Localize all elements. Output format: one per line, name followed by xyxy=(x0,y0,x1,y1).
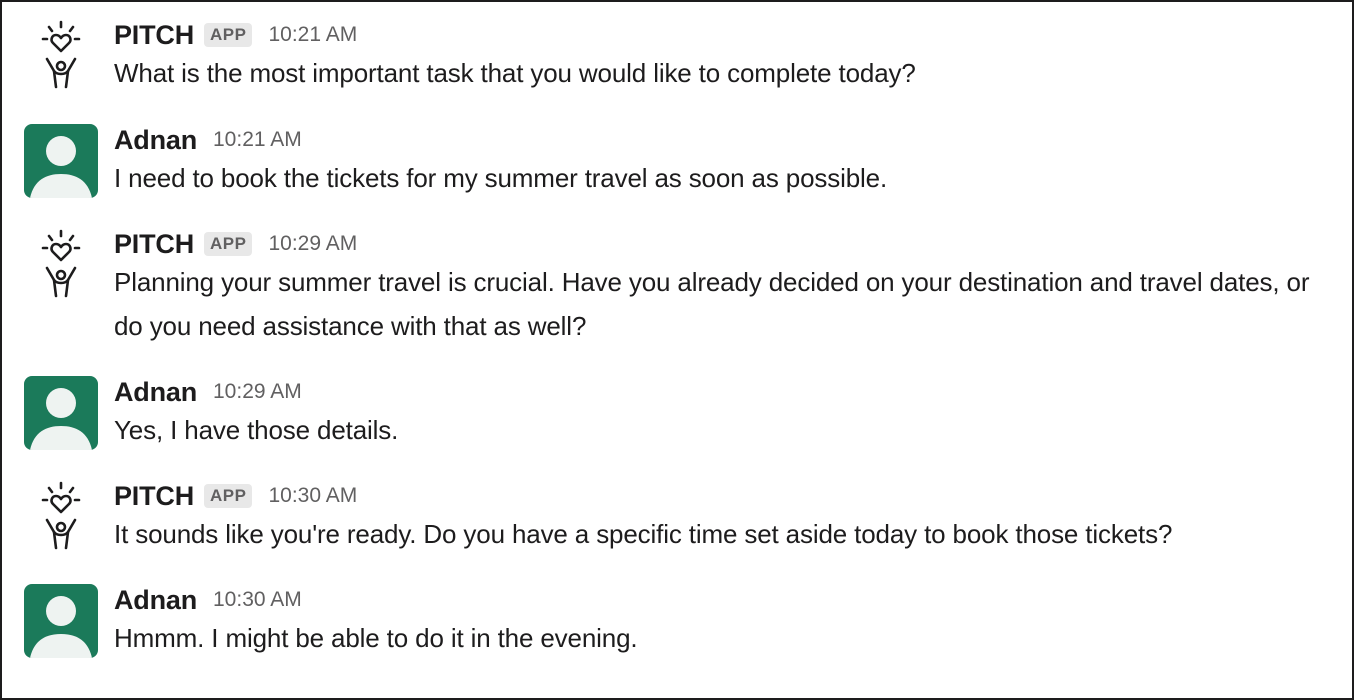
pitch-logo-icon[interactable] xyxy=(24,19,98,93)
message-text: Yes, I have those details. xyxy=(114,415,399,445)
sender-name[interactable]: Adnan xyxy=(114,125,197,156)
message-content: PITCH APP 10:30 AM It sounds like you're… xyxy=(114,480,1344,556)
message-content: Adnan 10:29 AM Yes, I have those details… xyxy=(114,376,1344,452)
timestamp[interactable]: 10:30 AM xyxy=(213,588,302,612)
app-badge: APP xyxy=(204,484,253,508)
pitch-logo-icon[interactable] xyxy=(24,480,98,554)
message-text: Hmmm. I might be able to do it in the ev… xyxy=(114,623,638,653)
message-text: What is the most important task that you… xyxy=(114,58,916,88)
timestamp[interactable]: 10:29 AM xyxy=(213,380,302,404)
sender-name[interactable]: PITCH xyxy=(114,229,194,260)
message-content: Adnan 10:21 AM I need to book the ticket… xyxy=(114,124,1344,200)
message-text: I need to book the tickets for my summer… xyxy=(114,163,888,193)
message-text: Planning your summer travel is crucial. … xyxy=(114,267,1310,341)
message-content: PITCH APP 10:21 AM What is the most impo… xyxy=(114,19,1344,95)
chat-window: PITCH APP 10:21 AM What is the most impo… xyxy=(0,0,1354,700)
default-user-avatar-icon[interactable] xyxy=(24,584,98,658)
message-header: Adnan 10:21 AM xyxy=(114,124,1344,156)
default-user-avatar-icon[interactable] xyxy=(24,124,98,198)
message-content: PITCH APP 10:29 AM Planning your summer … xyxy=(114,228,1344,348)
sender-name[interactable]: Adnan xyxy=(114,377,197,408)
message-content: Adnan 10:30 AM Hmmm. I might be able to … xyxy=(114,584,1344,660)
message-header: Adnan 10:29 AM xyxy=(114,376,1344,408)
timestamp[interactable]: 10:29 AM xyxy=(268,232,357,256)
sender-name[interactable]: Adnan xyxy=(114,585,197,616)
message-header: PITCH APP 10:30 AM xyxy=(114,480,1344,512)
message-header: Adnan 10:30 AM xyxy=(114,584,1344,616)
sender-name[interactable]: PITCH xyxy=(114,20,194,51)
timestamp[interactable]: 10:30 AM xyxy=(268,484,357,508)
timestamp[interactable]: 10:21 AM xyxy=(213,128,302,152)
app-badge: APP xyxy=(204,23,253,47)
message-text: It sounds like you're ready. Do you have… xyxy=(114,519,1173,549)
sender-name[interactable]: PITCH xyxy=(114,481,194,512)
timestamp[interactable]: 10:21 AM xyxy=(268,23,357,47)
message-header: PITCH APP 10:21 AM xyxy=(114,19,1344,51)
pitch-logo-icon[interactable] xyxy=(24,228,98,302)
default-user-avatar-icon[interactable] xyxy=(24,376,98,450)
app-badge: APP xyxy=(204,232,253,256)
message-header: PITCH APP 10:29 AM xyxy=(114,228,1344,260)
